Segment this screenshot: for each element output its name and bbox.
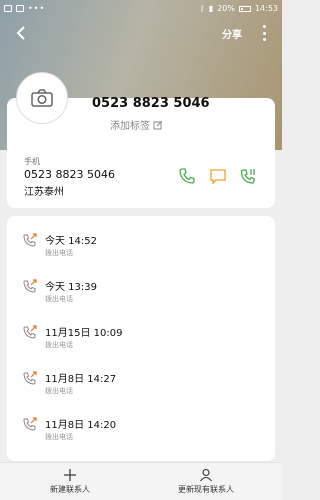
- call-time: 11月8日 14:27: [45, 374, 117, 385]
- call-log-card: 今天 14:52 拨出电话 今天 13:39 拨出电话 11月15日 10:09…: [7, 216, 275, 461]
- status-bar: ••• ᛒ ▮ 20% 14:53: [0, 0, 282, 17]
- phone-location: 江苏泰州: [24, 187, 64, 198]
- phone-number[interactable]: 0523 8823 5046: [24, 168, 115, 181]
- call-type: 拨出电话: [45, 249, 73, 257]
- call-type: 拨出电话: [45, 341, 73, 349]
- top-bar: 分享: [0, 20, 282, 46]
- notification-icon: [4, 5, 12, 12]
- battery-icon: [238, 5, 251, 12]
- contact-number: 0523 8823 5046: [92, 96, 210, 111]
- outgoing-call-icon: [23, 371, 37, 385]
- new-contact-label: 新建联系人: [50, 485, 90, 494]
- call-log-item[interactable]: 今天 14:52 拨出电话: [7, 220, 275, 266]
- video-call-icon[interactable]: [240, 167, 258, 185]
- back-icon[interactable]: [12, 23, 32, 43]
- call-log-item[interactable]: 11月8日 14:27 拨出电话: [7, 358, 275, 404]
- call-time: 今天 14:52: [45, 236, 97, 247]
- update-contact-button[interactable]: 更新现有联系人: [178, 468, 234, 495]
- more-notifications-icon: •••: [28, 4, 46, 13]
- person-icon: [200, 468, 212, 482]
- call-time: 11月15日 10:09: [45, 328, 123, 339]
- more-options-icon[interactable]: [260, 25, 268, 41]
- battery-percent: 20%: [217, 4, 235, 13]
- call-type: 拨出电话: [45, 295, 73, 303]
- avatar[interactable]: [16, 72, 68, 124]
- outgoing-call-icon: [23, 417, 37, 431]
- call-type: 拨出电话: [45, 387, 73, 395]
- phone-label: 手机: [24, 157, 40, 166]
- call-log-item[interactable]: 今天 13:39 拨出电话: [7, 266, 275, 312]
- outgoing-call-icon: [23, 325, 37, 339]
- share-button[interactable]: 分享: [222, 26, 242, 41]
- outgoing-call-icon: [23, 233, 37, 247]
- call-type: 拨出电话: [45, 433, 73, 441]
- call-log-item[interactable]: 11月8日 14:20 拨出电话: [7, 404, 275, 450]
- camera-icon: [31, 89, 53, 107]
- add-tag-button[interactable]: 添加标签: [110, 117, 163, 132]
- call-icon[interactable]: [178, 167, 196, 185]
- message-icon[interactable]: [209, 167, 227, 185]
- clock: 14:53: [254, 4, 278, 13]
- signal-icon: ▮: [208, 4, 214, 13]
- call-log-item[interactable]: 11月15日 10:09 拨出电话: [7, 312, 275, 358]
- call-time: 11月8日 14:20: [45, 420, 117, 431]
- new-contact-button[interactable]: 新建联系人: [50, 468, 90, 495]
- bluetooth-icon: ᛒ: [199, 4, 205, 13]
- plus-icon: [64, 469, 76, 481]
- add-tag-label: 添加标签: [110, 121, 150, 132]
- call-time: 今天 13:39: [45, 282, 97, 293]
- image-icon: [16, 5, 24, 12]
- edit-icon: [153, 120, 163, 129]
- outgoing-call-icon: [23, 279, 37, 293]
- update-contact-label: 更新现有联系人: [178, 485, 234, 494]
- bottom-action-bar: 新建联系人 更新现有联系人: [0, 462, 282, 500]
